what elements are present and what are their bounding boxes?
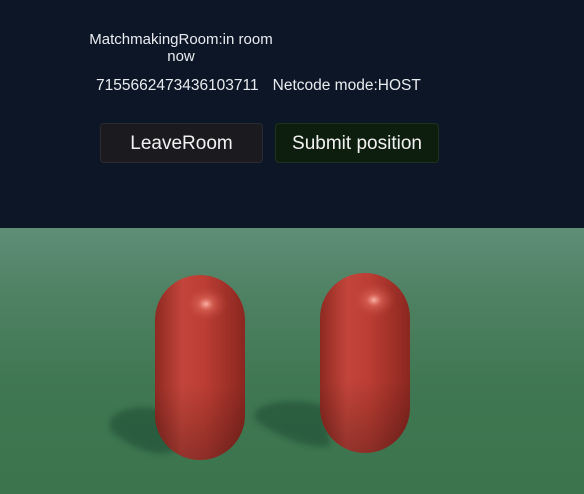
matchmaking-status: MatchmakingRoom:in room now [78,31,284,65]
leave-room-button[interactable]: LeaveRoom [100,123,263,163]
scene-render [110,273,410,460]
submit-position-button[interactable]: Submit position [275,123,439,163]
status-text-line2: now [167,48,195,65]
netcode-mode: Netcode mode:HOST [272,77,421,94]
capsule-shadow-right [255,401,330,447]
player-capsule-left [155,275,245,460]
room-id: 7155662473436103711 [96,77,259,94]
room-info-row: 7155662473436103711 Netcode mode:HOST [96,77,421,95]
game-viewport: MatchmakingRoom:in room now 715566247343… [0,0,584,494]
status-text-line1: MatchmakingRoom:in room [89,31,273,48]
hud-panel: MatchmakingRoom:in room now 715566247343… [0,0,584,228]
player-capsule-right [320,273,410,453]
3d-scene [0,228,584,494]
